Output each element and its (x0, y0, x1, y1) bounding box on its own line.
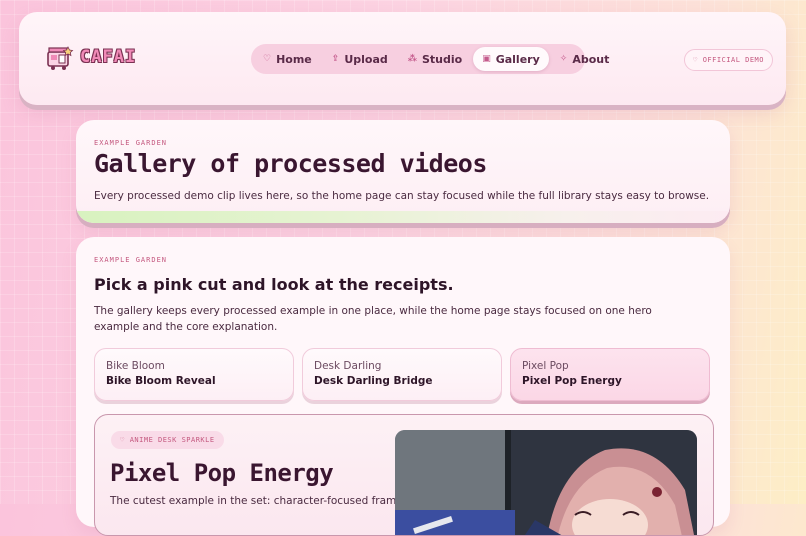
official-demo-label: OFFICIAL DEMO (702, 56, 764, 64)
example-picker-card: EXAMPLE GARDEN Pick a pink cut and look … (76, 237, 730, 536)
feature-description: The cutest example in the set: character… (110, 495, 416, 507)
picker-description: The gallery keeps every processed exampl… (94, 305, 652, 333)
nav-about[interactable]: ✧ About (551, 47, 619, 71)
nav-about-label: About (572, 52, 610, 66)
hero-card-strip (76, 211, 730, 223)
heart-icon: ♡ (263, 54, 272, 64)
tile-title: Desk Darling Bridge (314, 375, 433, 387)
nav-home-label: Home (276, 52, 312, 66)
feature-tag-label: ANIME DESK SPARKLE (129, 436, 215, 444)
nav-gallery-label: Gallery (495, 52, 540, 66)
hero-eyebrow: EXAMPLE GARDEN (94, 139, 168, 147)
main-nav: ♡ Home ⇪ Upload ⁂ Studio ▣ Gallery ✧ Abo… (251, 44, 609, 74)
nav-upload-label: Upload (344, 52, 388, 66)
heart-icon: ♡ (120, 436, 125, 444)
site-header: CAFAI ♡ Home ⇪ Upload ⁂ Studio ▣ Gallery… (19, 12, 786, 105)
tile-title: Pixel Pop Energy (522, 375, 622, 387)
example-tile-desk-darling[interactable]: Desk Darling Desk Darling Bridge (302, 348, 502, 401)
feature-tag: ♡ ANIME DESK SPARKLE (111, 431, 224, 449)
tile-kicker: Desk Darling (314, 360, 382, 372)
nav-home[interactable]: ♡ Home (254, 47, 321, 71)
brand-name: CAFAI (80, 47, 137, 67)
hero-description: Every processed demo clip lives here, so… (94, 190, 710, 202)
nav-studio-label: Studio (421, 52, 463, 66)
tile-kicker: Bike Bloom (106, 360, 165, 372)
page-title: Gallery of processed videos (94, 149, 487, 178)
feature-title: Pixel Pop Energy (110, 459, 334, 487)
tile-title: Bike Bloom Reveal (106, 375, 216, 387)
official-demo-badge: ♡ OFFICIAL DEMO (683, 49, 773, 71)
example-tile-pixel-pop[interactable]: Pixel Pop Pixel Pop Energy (510, 348, 710, 401)
example-tile-bike-bloom[interactable]: Bike Bloom Bike Bloom Reveal (94, 348, 294, 401)
nav-upload[interactable]: ⇪ Upload (323, 47, 397, 71)
picker-eyebrow: EXAMPLE GARDEN (94, 256, 168, 264)
video-thumbnail[interactable] (395, 430, 697, 535)
nav-studio[interactable]: ⁂ Studio (399, 47, 471, 71)
film-icon: ▣ (482, 54, 491, 64)
featured-example: ♡ ANIME DESK SPARKLE Pixel Pop Energy Th… (94, 414, 714, 536)
upload-icon: ⇪ (331, 54, 340, 64)
cafe-cart-icon (46, 43, 76, 71)
nav-gallery[interactable]: ▣ Gallery (473, 47, 549, 71)
picker-title: Pick a pink cut and look at the receipts… (94, 275, 454, 294)
heart-icon: ♡ (692, 56, 698, 64)
stars-icon: ✧ (559, 54, 568, 64)
logo[interactable]: CAFAI (46, 43, 136, 71)
example-tiles: Bike Bloom Bike Bloom Reveal Desk Darlin… (94, 348, 710, 401)
gallery-hero-card: EXAMPLE GARDEN Gallery of processed vide… (76, 120, 730, 223)
tile-kicker: Pixel Pop (522, 360, 569, 372)
sparkle-icon: ⁂ (407, 54, 417, 64)
